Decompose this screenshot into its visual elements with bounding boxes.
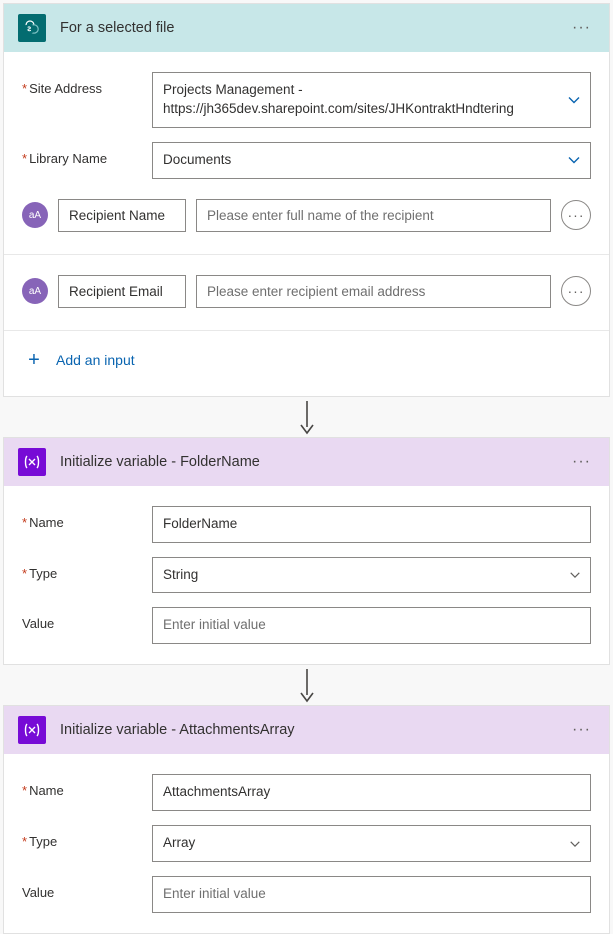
- name-row: *Name FolderName: [22, 506, 591, 543]
- value-input[interactable]: Enter initial value: [152, 607, 591, 644]
- variable-icon: [18, 448, 46, 476]
- type-row: *Type String: [22, 557, 591, 594]
- card-header[interactable]: For a selected file ···: [4, 4, 609, 52]
- card-title: Initialize variable - FolderName: [60, 454, 568, 470]
- site-address-label: *Site Address: [22, 72, 152, 96]
- action-card-foldername: Initialize variable - FolderName ··· *Na…: [3, 437, 610, 666]
- name-label: *Name: [22, 774, 152, 798]
- input-name-field[interactable]: Recipient Name: [58, 199, 186, 232]
- text-type-icon: aA: [22, 202, 48, 228]
- library-name-label: *Library Name: [22, 142, 152, 166]
- add-input-label: Add an input: [56, 352, 135, 368]
- card-header[interactable]: Initialize variable - AttachmentsArray ·…: [4, 706, 609, 754]
- input-menu-button[interactable]: ···: [561, 200, 591, 230]
- input-placeholder-field[interactable]: Please enter recipient email address: [196, 275, 551, 308]
- type-label: *Type: [22, 557, 152, 581]
- plus-icon: +: [24, 349, 44, 372]
- site-address-row: *Site Address Projects Management - http…: [22, 72, 591, 128]
- user-input-row: aA Recipient Name Please enter full name…: [22, 199, 591, 232]
- value-label: Value: [22, 607, 152, 631]
- user-input-row: aA Recipient Email Please enter recipien…: [22, 275, 591, 308]
- variable-icon: [18, 716, 46, 744]
- type-row: *Type Array: [22, 825, 591, 862]
- card-menu-button[interactable]: ···: [568, 451, 595, 473]
- name-label: *Name: [22, 506, 152, 530]
- card-title: For a selected file: [60, 20, 568, 36]
- text-type-icon: aA: [22, 278, 48, 304]
- add-input-button[interactable]: + Add an input: [22, 331, 591, 380]
- value-row: Value Enter initial value: [22, 876, 591, 913]
- input-name-field[interactable]: Recipient Email: [58, 275, 186, 308]
- value-row: Value Enter initial value: [22, 607, 591, 644]
- trigger-card: For a selected file ··· *Site Address Pr…: [3, 3, 610, 397]
- type-select[interactable]: Array: [152, 825, 591, 862]
- flow-arrow: [3, 665, 610, 705]
- name-input[interactable]: FolderName: [152, 506, 591, 543]
- flow-arrow: [3, 397, 610, 437]
- library-name-select[interactable]: Documents: [152, 142, 591, 179]
- card-menu-button[interactable]: ···: [568, 17, 595, 39]
- card-header[interactable]: Initialize variable - FolderName ···: [4, 438, 609, 486]
- value-label: Value: [22, 876, 152, 900]
- sharepoint-icon: [18, 14, 46, 42]
- input-menu-button[interactable]: ···: [561, 276, 591, 306]
- input-placeholder-field[interactable]: Please enter full name of the recipient: [196, 199, 551, 232]
- value-input[interactable]: Enter initial value: [152, 876, 591, 913]
- site-address-select[interactable]: Projects Management - https://jh365dev.s…: [152, 72, 591, 128]
- card-menu-button[interactable]: ···: [568, 719, 595, 741]
- type-label: *Type: [22, 825, 152, 849]
- type-select[interactable]: String: [152, 557, 591, 594]
- card-title: Initialize variable - AttachmentsArray: [60, 722, 568, 738]
- library-name-row: *Library Name Documents: [22, 142, 591, 179]
- action-card-attachmentsarray: Initialize variable - AttachmentsArray ·…: [3, 705, 610, 934]
- divider: [4, 254, 609, 255]
